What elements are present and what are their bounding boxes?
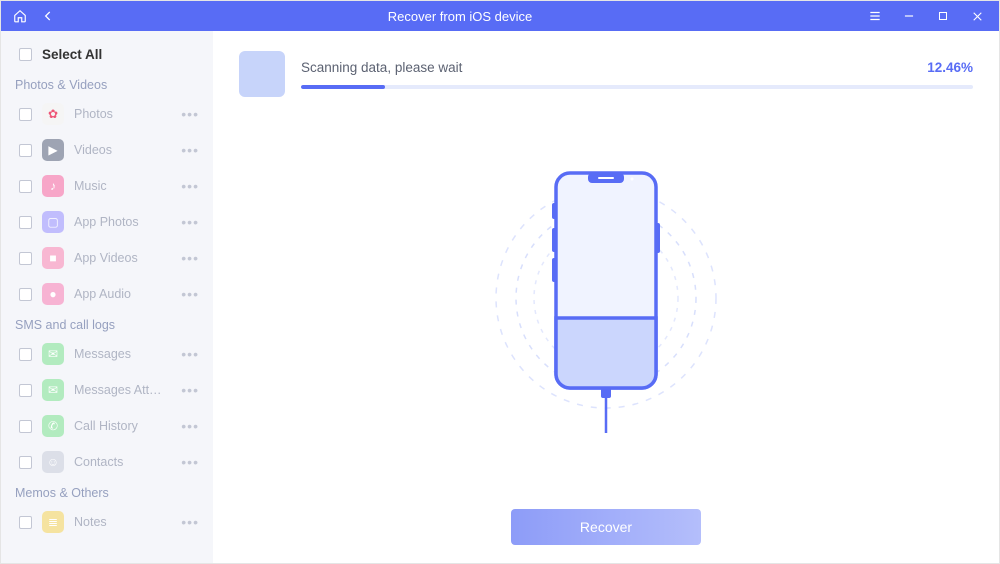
sidebar-item-messages[interactable]: ✉ Messages •••: [1, 336, 213, 372]
sidebar-item-app-videos[interactable]: ■ App Videos •••: [1, 240, 213, 276]
item-label: Messages Attachments: [74, 383, 167, 397]
sidebar-item-music[interactable]: ♪ Music •••: [1, 168, 213, 204]
item-checkbox[interactable]: [19, 348, 32, 361]
sidebar-item-contacts[interactable]: ☺ Contacts •••: [1, 444, 213, 480]
more-icon[interactable]: •••: [177, 514, 203, 530]
page-title: Recover from iOS device: [59, 9, 861, 24]
item-checkbox[interactable]: [19, 216, 32, 229]
scan-percent: 12.46%: [927, 60, 973, 75]
more-icon[interactable]: •••: [177, 418, 203, 434]
item-checkbox[interactable]: [19, 108, 32, 121]
item-label: Music: [74, 179, 167, 193]
titlebar: Recover from iOS device: [1, 1, 999, 31]
more-icon[interactable]: •••: [177, 142, 203, 158]
sidebar-item-photos[interactable]: ✿ Photos •••: [1, 96, 213, 132]
sidebar-item-messages-attachments[interactable]: ✉ Messages Attachments •••: [1, 372, 213, 408]
item-label: App Photos: [74, 215, 167, 229]
select-all-checkbox[interactable]: [19, 48, 32, 61]
close-icon[interactable]: [963, 5, 991, 27]
more-icon[interactable]: •••: [177, 214, 203, 230]
music-icon: ♪: [42, 175, 64, 197]
item-checkbox[interactable]: [19, 420, 32, 433]
select-all-label: Select All: [42, 47, 102, 62]
recover-button[interactable]: Recover: [511, 509, 701, 545]
item-label: Contacts: [74, 455, 167, 469]
sidebar-item-call-history[interactable]: ✆ Call History •••: [1, 408, 213, 444]
item-label: Photos: [74, 107, 167, 121]
section-title: SMS and call logs: [1, 312, 213, 336]
device-illustration: [239, 97, 973, 509]
more-icon[interactable]: •••: [177, 382, 203, 398]
more-icon[interactable]: •••: [177, 286, 203, 302]
more-icon[interactable]: •••: [177, 250, 203, 266]
contacts-icon: ☺: [42, 451, 64, 473]
item-checkbox[interactable]: [19, 288, 32, 301]
more-icon[interactable]: •••: [177, 178, 203, 194]
sidebar-item-videos[interactable]: ▶ Videos •••: [1, 132, 213, 168]
item-label: App Videos: [74, 251, 167, 265]
progress-fill: [301, 85, 385, 89]
messages-attachments-icon: ✉: [42, 379, 64, 401]
sidebar-item-notes[interactable]: ≣ Notes •••: [1, 504, 213, 540]
item-label: Call History: [74, 419, 167, 433]
messages-icon: ✉: [42, 343, 64, 365]
section-title: Photos & Videos: [1, 72, 213, 96]
item-label: App Audio: [74, 287, 167, 301]
photos-icon: ✿: [42, 103, 64, 125]
item-label: Notes: [74, 515, 167, 529]
item-label: Videos: [74, 143, 167, 157]
item-checkbox[interactable]: [19, 384, 32, 397]
back-icon[interactable]: [37, 5, 59, 27]
notes-icon: ≣: [42, 511, 64, 533]
sidebar-item-app-photos[interactable]: ▢ App Photos •••: [1, 204, 213, 240]
progress-bar: [301, 85, 973, 89]
sidebar-item-app-audio[interactable]: ● App Audio •••: [1, 276, 213, 312]
call-history-icon: ✆: [42, 415, 64, 437]
app-photos-icon: ▢: [42, 211, 64, 233]
more-icon[interactable]: •••: [177, 106, 203, 122]
maximize-icon[interactable]: [929, 5, 957, 27]
item-checkbox[interactable]: [19, 252, 32, 265]
more-icon[interactable]: •••: [177, 454, 203, 470]
scan-thumbnail: [239, 51, 285, 97]
item-checkbox[interactable]: [19, 180, 32, 193]
app-videos-icon: ■: [42, 247, 64, 269]
minimize-icon[interactable]: [895, 5, 923, 27]
main-panel: Scanning data, please wait 12.46%: [213, 31, 999, 563]
more-icon[interactable]: •••: [177, 346, 203, 362]
item-checkbox[interactable]: [19, 456, 32, 469]
item-label: Messages: [74, 347, 167, 361]
sidebar: Select All Photos & Videos ✿ Photos ••• ▶ Vid…: [1, 31, 213, 563]
app-audio-icon: ●: [42, 283, 64, 305]
item-checkbox[interactable]: [19, 516, 32, 529]
item-checkbox[interactable]: [19, 144, 32, 157]
scan-status-row: Scanning data, please wait 12.46%: [239, 51, 973, 97]
home-icon[interactable]: [9, 5, 31, 27]
section-title: Memos & Others: [1, 480, 213, 504]
videos-icon: ▶: [42, 139, 64, 161]
scan-status-text: Scanning data, please wait: [301, 60, 462, 75]
menu-icon[interactable]: [861, 5, 889, 27]
select-all-row[interactable]: Select All: [1, 39, 213, 72]
